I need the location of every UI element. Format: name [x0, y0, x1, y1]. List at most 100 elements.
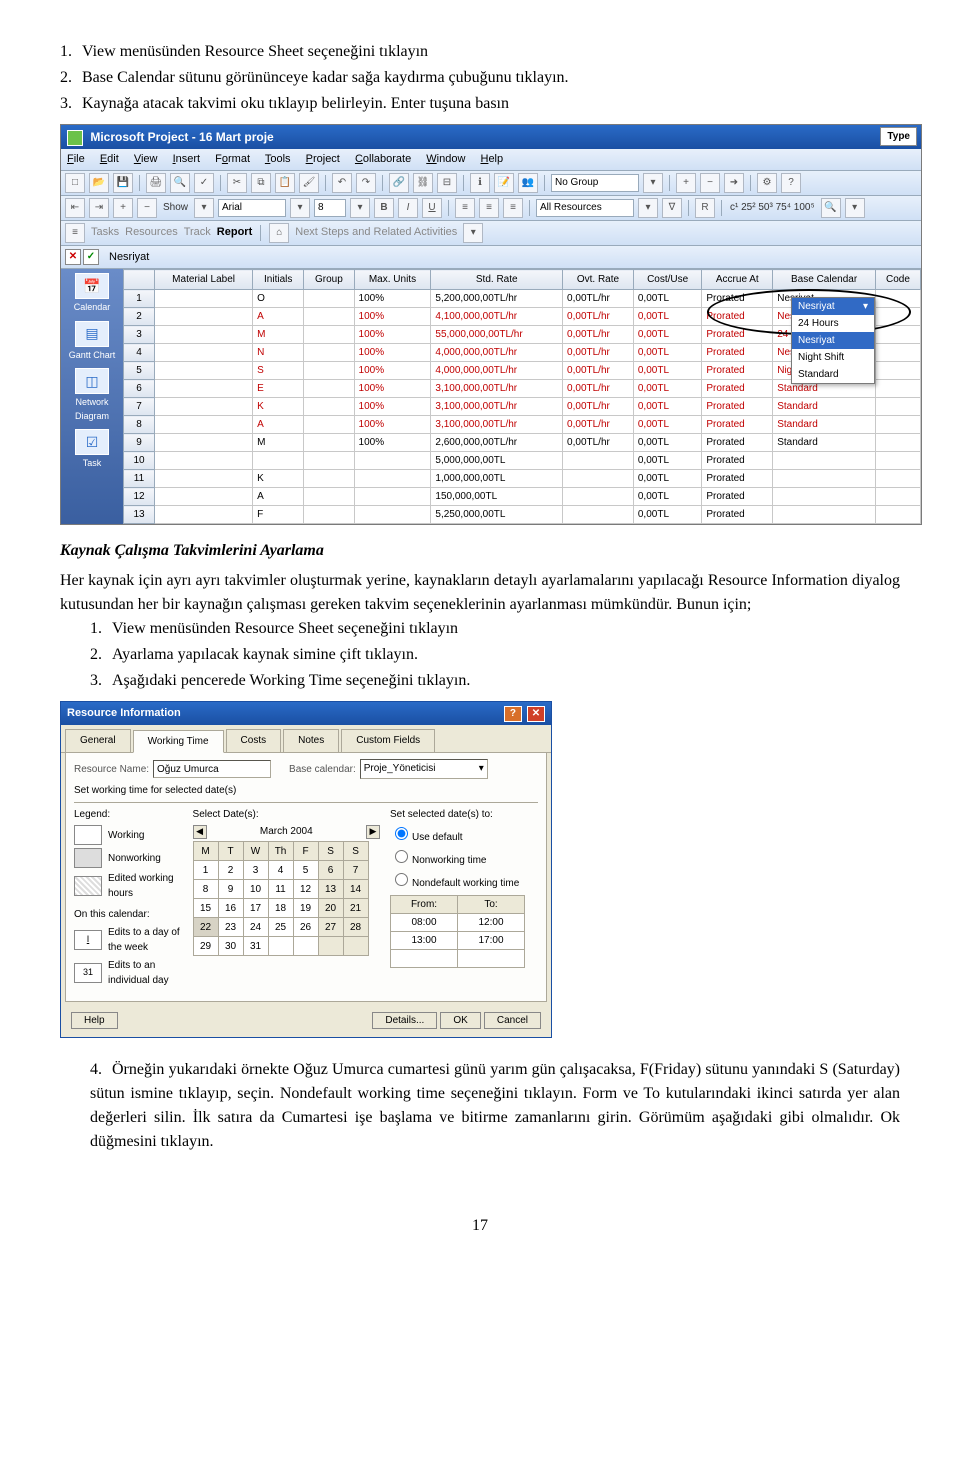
- calendar-day-cell[interactable]: 30: [218, 937, 243, 956]
- spell-icon[interactable]: ✓: [194, 173, 214, 193]
- align-right-icon[interactable]: ≡: [503, 198, 523, 218]
- grid-row[interactable]: 105,000,000,00TL0,00TLProrated: [124, 452, 921, 470]
- show-dropdown-icon[interactable]: ▾: [194, 198, 214, 218]
- from-input-3[interactable]: [391, 950, 458, 968]
- zoom-btn-icon[interactable]: 🔍: [821, 198, 841, 218]
- calendar-weekday-header[interactable]: S: [318, 842, 343, 861]
- radio-nondefault[interactable]: Nondefault working time: [390, 870, 538, 891]
- indent-icon[interactable]: ⇥: [89, 198, 109, 218]
- tab-costs[interactable]: Costs: [226, 729, 282, 752]
- calendar-day-cell[interactable]: 28: [343, 918, 368, 937]
- grid-row[interactable]: 8A100%3,100,000,00TL/hr0,00TL/hr0,00TLPr…: [124, 416, 921, 434]
- calendar-day-cell[interactable]: [343, 937, 368, 956]
- cancel-edit-icon[interactable]: ✕: [65, 249, 81, 265]
- help-icon[interactable]: ?: [781, 173, 801, 193]
- group-dropdown-icon[interactable]: ▾: [643, 173, 663, 193]
- calendar-day-cell[interactable]: 7: [343, 861, 368, 880]
- sidebar-gantt[interactable]: ▤ Gantt Chart: [63, 321, 121, 363]
- align-center-icon[interactable]: ≡: [479, 198, 499, 218]
- calendar-weekday-header[interactable]: M: [193, 842, 218, 861]
- calendar-weekday-header[interactable]: F: [293, 842, 318, 861]
- zoom-out-icon[interactable]: −: [700, 173, 720, 193]
- cancel-button[interactable]: Cancel: [484, 1012, 541, 1029]
- calendar-day-cell[interactable]: 8: [193, 880, 218, 899]
- extra-icon[interactable]: ▾: [845, 198, 865, 218]
- calendar-day-cell[interactable]: 9: [218, 880, 243, 899]
- tab-tasks[interactable]: Tasks: [91, 224, 119, 241]
- sidebar-network[interactable]: ◫ Network Diagram: [63, 368, 121, 423]
- filter-select[interactable]: All Resources: [536, 199, 634, 217]
- details-button[interactable]: Details...: [372, 1012, 437, 1029]
- calendar-day-cell[interactable]: 29: [193, 937, 218, 956]
- info-icon[interactable]: ℹ: [470, 173, 490, 193]
- prev-month-button[interactable]: ◀: [193, 825, 207, 839]
- tab-resources[interactable]: Resources: [125, 224, 178, 241]
- calendar-day-cell[interactable]: 23: [218, 918, 243, 937]
- font-name-input[interactable]: Arial: [218, 199, 286, 217]
- align-left-icon[interactable]: ≡: [455, 198, 475, 218]
- link-icon[interactable]: 🔗: [389, 173, 409, 193]
- calendar-day-cell[interactable]: 16: [218, 899, 243, 918]
- sidebar-task[interactable]: ☑ Task: [63, 429, 121, 471]
- calendar-day-cell[interactable]: 20: [318, 899, 343, 918]
- ok-button[interactable]: OK: [440, 1012, 480, 1029]
- dropdown-option[interactable]: Standard: [792, 366, 874, 383]
- radio-nonworking[interactable]: Nonworking time: [390, 847, 538, 868]
- r-icon[interactable]: R: [695, 198, 715, 218]
- confirm-edit-icon[interactable]: ✓: [83, 249, 99, 265]
- calendar-day-cell[interactable]: 27: [318, 918, 343, 937]
- next-month-button[interactable]: ▶: [366, 825, 380, 839]
- calendar-day-cell[interactable]: 4: [268, 861, 293, 880]
- zoom-in-icon[interactable]: +: [676, 173, 696, 193]
- dropdown-option[interactable]: 24 Hours: [792, 315, 874, 332]
- font-size-input[interactable]: 8: [314, 199, 346, 217]
- menu-insert[interactable]: Insert: [173, 153, 201, 165]
- goto-icon[interactable]: ➜: [724, 173, 744, 193]
- calendar-weekday-header[interactable]: W: [243, 842, 268, 861]
- calendar-day-cell[interactable]: 11: [268, 880, 293, 899]
- split-icon[interactable]: ⊟: [437, 173, 457, 193]
- calendar-day-cell[interactable]: 26: [293, 918, 318, 937]
- dropdown-option[interactable]: Night Shift: [792, 349, 874, 366]
- edit-bar-value[interactable]: Nesriyat: [105, 248, 917, 267]
- font-dropdown-icon[interactable]: ▾: [290, 198, 310, 218]
- tab-working-time[interactable]: Working Time: [133, 730, 224, 753]
- unlink-icon[interactable]: ⛓: [413, 173, 433, 193]
- tab-report[interactable]: Report: [217, 224, 252, 241]
- calendar-weekday-header[interactable]: T: [218, 842, 243, 861]
- calendar-day-cell[interactable]: [268, 937, 293, 956]
- calendar-day-cell[interactable]: 17: [243, 899, 268, 918]
- tab-general[interactable]: General: [65, 729, 131, 752]
- outdent-icon[interactable]: ⇤: [65, 198, 85, 218]
- guide-toggle-icon[interactable]: ≡: [65, 223, 85, 243]
- calendar-day-cell[interactable]: 31: [243, 937, 268, 956]
- underline-icon[interactable]: U: [422, 198, 442, 218]
- help-button[interactable]: Help: [71, 1012, 118, 1029]
- grid-row[interactable]: 13F5,250,000,00TL0,00TLProrated: [124, 506, 921, 524]
- calendar-day-cell[interactable]: 6: [318, 861, 343, 880]
- base-calendar-dropdown[interactable]: Nesriyat▾ 24 Hours Nesriyat Night Shift …: [791, 297, 875, 384]
- calendar-day-cell[interactable]: 5: [293, 861, 318, 880]
- size-dropdown-icon[interactable]: ▾: [350, 198, 370, 218]
- menu-help[interactable]: Help: [480, 153, 503, 165]
- guide-home-icon[interactable]: ⌂: [269, 223, 289, 243]
- calendar-day-cell[interactable]: 2: [218, 861, 243, 880]
- plus-icon[interactable]: +: [113, 198, 133, 218]
- copy-icon[interactable]: ⧉: [251, 173, 271, 193]
- calendar-day-cell[interactable]: 3: [243, 861, 268, 880]
- new-icon[interactable]: □: [65, 173, 85, 193]
- menu-file[interactable]: File: [67, 153, 85, 165]
- to-input-1[interactable]: 12:00: [458, 914, 525, 932]
- menu-window[interactable]: Window: [426, 153, 465, 165]
- calendar-day-cell[interactable]: 24: [243, 918, 268, 937]
- to-input-3[interactable]: [458, 950, 525, 968]
- radio-use-default[interactable]: Use default: [390, 824, 538, 845]
- menu-edit[interactable]: Edit: [100, 153, 119, 165]
- assign-icon[interactable]: 👥: [518, 173, 538, 193]
- menu-view[interactable]: View: [134, 153, 158, 165]
- calendar-weekday-header[interactable]: Th: [268, 842, 293, 861]
- from-input-2[interactable]: 13:00: [391, 932, 458, 950]
- print-icon[interactable]: 🖨: [146, 173, 166, 193]
- redo-icon[interactable]: ↷: [356, 173, 376, 193]
- dropdown-option-selected[interactable]: Nesriyat: [792, 332, 874, 349]
